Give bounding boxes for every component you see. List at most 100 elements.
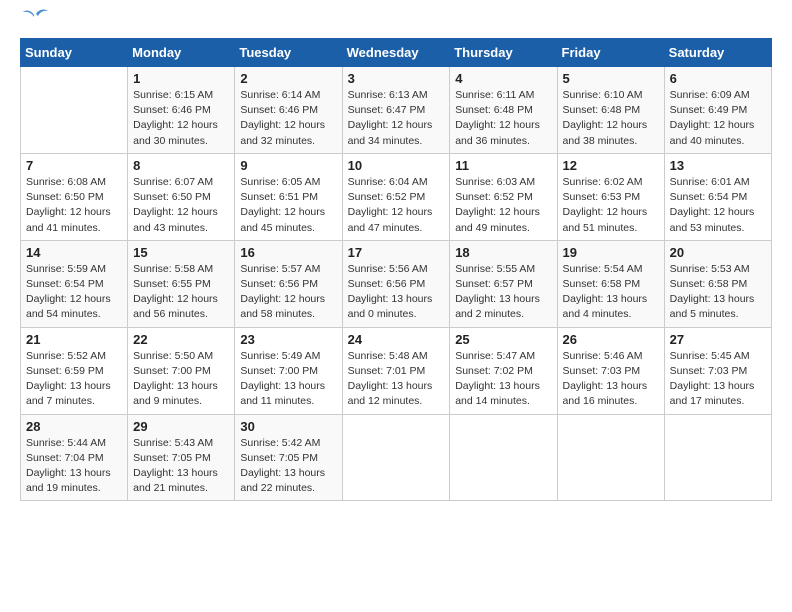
day-number: 3 (348, 71, 445, 86)
calendar-week-row: 1 Sunrise: 6:15 AMSunset: 6:46 PMDaylight… (21, 67, 772, 154)
day-info: Sunrise: 5:54 AMSunset: 6:58 PMDaylight:… (563, 262, 659, 323)
calendar-cell: 17 Sunrise: 5:56 AMSunset: 6:56 PMDayligh… (342, 240, 450, 327)
calendar-cell (21, 67, 128, 154)
day-number: 19 (563, 245, 659, 260)
calendar-cell: 7 Sunrise: 6:08 AMSunset: 6:50 PMDaylight… (21, 153, 128, 240)
calendar-week-row: 21 Sunrise: 5:52 AMSunset: 6:59 PMDayligh… (21, 327, 772, 414)
day-number: 25 (455, 332, 551, 347)
day-number: 4 (455, 71, 551, 86)
calendar-cell: 12Sunrise: 6:02 AMSunset: 6:53 PMDayligh… (557, 153, 664, 240)
calendar-cell: 13 Sunrise: 6:01 AMSunset: 6:54 PMDayligh… (664, 153, 771, 240)
calendar-cell: 29 Sunrise: 5:43 AMSunset: 7:05 PMDayligh… (128, 414, 235, 501)
day-number: 5 (563, 71, 659, 86)
calendar-cell: 5 Sunrise: 6:10 AMSunset: 6:48 PMDaylight… (557, 67, 664, 154)
day-info: Sunrise: 5:43 AMSunset: 7:05 PMDaylight:… (133, 436, 229, 497)
day-number: 20 (670, 245, 766, 260)
calendar-cell: 20 Sunrise: 5:53 AMSunset: 6:58 PMDayligh… (664, 240, 771, 327)
day-info: Sunrise: 6:08 AMSunset: 6:50 PMDaylight:… (26, 175, 122, 236)
logo (20, 20, 50, 28)
day-number: 2 (240, 71, 336, 86)
day-info: Sunrise: 5:46 AMSunset: 7:03 PMDaylight:… (563, 349, 659, 410)
day-number: 14 (26, 245, 122, 260)
day-info: Sunrise: 6:15 AMSunset: 6:46 PMDaylight:… (133, 88, 229, 149)
day-number: 26 (563, 332, 659, 347)
calendar-cell: 25 Sunrise: 5:47 AMSunset: 7:02 PMDayligh… (450, 327, 557, 414)
day-number: 17 (348, 245, 445, 260)
day-number: 13 (670, 158, 766, 173)
calendar-cell: 15Sunrise: 5:58 AMSunset: 6:55 PMDayligh… (128, 240, 235, 327)
calendar-cell: 23Sunrise: 5:49 AMSunset: 7:00 PMDayligh… (235, 327, 342, 414)
day-number: 22 (133, 332, 229, 347)
day-info: Sunrise: 5:47 AMSunset: 7:02 PMDaylight:… (455, 349, 551, 410)
day-number: 10 (348, 158, 445, 173)
day-info: Sunrise: 6:02 AMSunset: 6:53 PMDaylight:… (563, 175, 659, 236)
day-info: Sunrise: 5:45 AMSunset: 7:03 PMDaylight:… (670, 349, 766, 410)
day-info: Sunrise: 6:04 AMSunset: 6:52 PMDaylight:… (348, 175, 445, 236)
day-number: 29 (133, 419, 229, 434)
day-of-week-header: Tuesday (235, 39, 342, 67)
day-info: Sunrise: 6:03 AMSunset: 6:52 PMDaylight:… (455, 175, 551, 236)
day-of-week-header: Friday (557, 39, 664, 67)
day-info: Sunrise: 5:42 AMSunset: 7:05 PMDaylight:… (240, 436, 336, 497)
day-info: Sunrise: 6:07 AMSunset: 6:50 PMDaylight:… (133, 175, 229, 236)
day-number: 18 (455, 245, 551, 260)
day-of-week-header: Wednesday (342, 39, 450, 67)
day-of-week-header: Saturday (664, 39, 771, 67)
calendar-cell: 30 Sunrise: 5:42 AMSunset: 7:05 PMDayligh… (235, 414, 342, 501)
calendar-cell: 24 Sunrise: 5:48 AMSunset: 7:01 PMDayligh… (342, 327, 450, 414)
day-number: 24 (348, 332, 445, 347)
calendar-cell: 14 Sunrise: 5:59 AMSunset: 6:54 PMDayligh… (21, 240, 128, 327)
day-number: 16 (240, 245, 336, 260)
calendar-cell: 9 Sunrise: 6:05 AMSunset: 6:51 PMDaylight… (235, 153, 342, 240)
day-number: 9 (240, 158, 336, 173)
calendar-cell: 16Sunrise: 5:57 AMSunset: 6:56 PMDayligh… (235, 240, 342, 327)
calendar-cell: 11 Sunrise: 6:03 AMSunset: 6:52 PMDayligh… (450, 153, 557, 240)
day-info: Sunrise: 6:10 AMSunset: 6:48 PMDaylight:… (563, 88, 659, 149)
day-info: Sunrise: 5:53 AMSunset: 6:58 PMDaylight:… (670, 262, 766, 323)
day-number: 6 (670, 71, 766, 86)
calendar-week-row: 7 Sunrise: 6:08 AMSunset: 6:50 PMDaylight… (21, 153, 772, 240)
day-info: Sunrise: 5:48 AMSunset: 7:01 PMDaylight:… (348, 349, 445, 410)
day-number: 27 (670, 332, 766, 347)
day-info: Sunrise: 5:52 AMSunset: 6:59 PMDaylight:… (26, 349, 122, 410)
calendar-cell (342, 414, 450, 501)
day-info: Sunrise: 5:50 AMSunset: 7:00 PMDaylight:… (133, 349, 229, 410)
day-info: Sunrise: 6:09 AMSunset: 6:49 PMDaylight:… (670, 88, 766, 149)
calendar-cell: 19 Sunrise: 5:54 AMSunset: 6:58 PMDayligh… (557, 240, 664, 327)
day-info: Sunrise: 6:11 AMSunset: 6:48 PMDaylight:… (455, 88, 551, 149)
bird-icon (22, 6, 50, 28)
day-of-week-header: Monday (128, 39, 235, 67)
day-number: 1 (133, 71, 229, 86)
day-of-week-header: Thursday (450, 39, 557, 67)
day-number: 7 (26, 158, 122, 173)
day-info: Sunrise: 6:05 AMSunset: 6:51 PMDaylight:… (240, 175, 336, 236)
calendar-week-row: 14 Sunrise: 5:59 AMSunset: 6:54 PMDayligh… (21, 240, 772, 327)
day-number: 8 (133, 158, 229, 173)
calendar-cell: 10 Sunrise: 6:04 AMSunset: 6:52 PMDayligh… (342, 153, 450, 240)
day-number: 11 (455, 158, 551, 173)
calendar-cell: 6 Sunrise: 6:09 AMSunset: 6:49 PMDaylight… (664, 67, 771, 154)
calendar-cell: 26 Sunrise: 5:46 AMSunset: 7:03 PMDayligh… (557, 327, 664, 414)
day-info: Sunrise: 6:01 AMSunset: 6:54 PMDaylight:… (670, 175, 766, 236)
calendar-cell (450, 414, 557, 501)
page-header (20, 20, 772, 28)
calendar-cell: 28 Sunrise: 5:44 AMSunset: 7:04 PMDayligh… (21, 414, 128, 501)
calendar-cell: 18 Sunrise: 5:55 AMSunset: 6:57 PMDayligh… (450, 240, 557, 327)
day-number: 21 (26, 332, 122, 347)
day-info: Sunrise: 5:56 AMSunset: 6:56 PMDaylight:… (348, 262, 445, 323)
day-info: Sunrise: 5:55 AMSunset: 6:57 PMDaylight:… (455, 262, 551, 323)
day-number: 23 (240, 332, 336, 347)
calendar-table: SundayMondayTuesdayWednesdayThursdayFrid… (20, 38, 772, 501)
calendar-header-row: SundayMondayTuesdayWednesdayThursdayFrid… (21, 39, 772, 67)
calendar-cell: 8 Sunrise: 6:07 AMSunset: 6:50 PMDaylight… (128, 153, 235, 240)
calendar-cell: 2Sunrise: 6:14 AMSunset: 6:46 PMDaylight… (235, 67, 342, 154)
day-info: Sunrise: 5:44 AMSunset: 7:04 PMDaylight:… (26, 436, 122, 497)
day-number: 28 (26, 419, 122, 434)
calendar-cell: 27 Sunrise: 5:45 AMSunset: 7:03 PMDayligh… (664, 327, 771, 414)
calendar-cell: 4 Sunrise: 6:11 AMSunset: 6:48 PMDaylight… (450, 67, 557, 154)
day-number: 30 (240, 419, 336, 434)
calendar-cell: 22 Sunrise: 5:50 AMSunset: 7:00 PMDayligh… (128, 327, 235, 414)
day-of-week-header: Sunday (21, 39, 128, 67)
day-info: Sunrise: 5:59 AMSunset: 6:54 PMDaylight:… (26, 262, 122, 323)
calendar-cell: 21 Sunrise: 5:52 AMSunset: 6:59 PMDayligh… (21, 327, 128, 414)
